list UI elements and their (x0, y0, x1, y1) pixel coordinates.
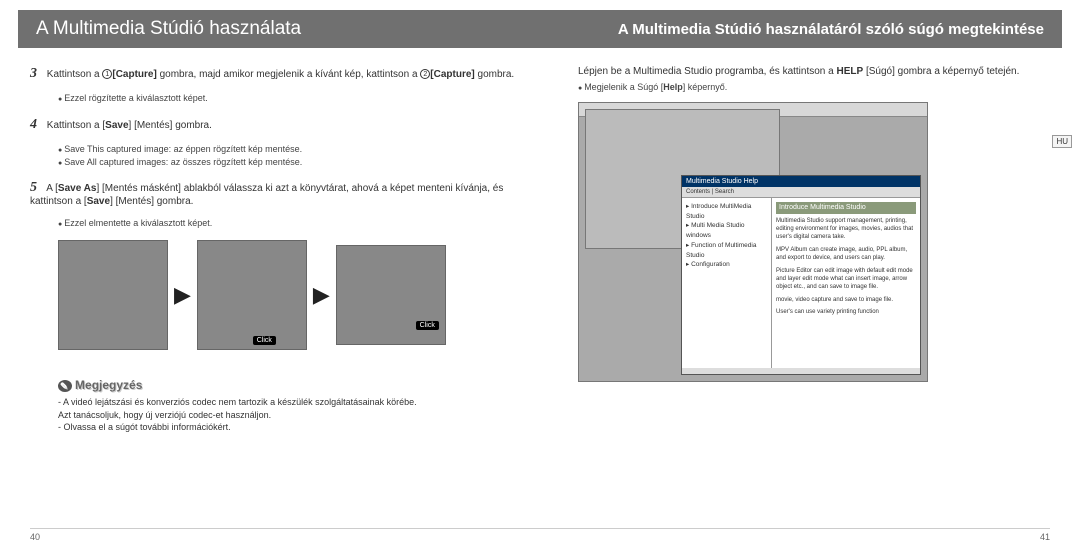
screenshot-saveas-dialog: Click (336, 245, 446, 345)
right-bullet: Megjelenik a Súgó [Help] képernyő. (578, 81, 1050, 94)
screenshot-capture-1 (58, 240, 168, 350)
content-area: 3 Kattintson a 1[Capture] gombra, majd a… (0, 48, 1080, 442)
main-app-screenshot: Click Multimedia Studio Help Contents | … (578, 102, 928, 382)
arrow-right-icon: ▶ (313, 282, 330, 308)
step-3: 3 Kattintson a 1[Capture] gombra, majd a… (30, 66, 520, 82)
header-title-right: A Multimedia Stúdió használatáról szóló … (618, 21, 1044, 38)
thumbnail-row: ▶ Click ▶ Click (58, 240, 520, 350)
help-window: Multimedia Studio Help Contents | Search… (681, 175, 921, 375)
circled-2-icon: 2 (420, 69, 430, 79)
note-line-3: - Olvassa el a súgót további információk… (58, 421, 520, 434)
language-tab: HU (1052, 135, 1072, 148)
step-5-bullet: Ezzel elmentette a kiválasztott képet. (58, 217, 520, 230)
page-number-left: 40 (30, 532, 40, 542)
screenshot-capture-2: Click (197, 240, 307, 350)
help-content: Introduce Multimedia Studio Multimedia S… (772, 198, 920, 368)
step-number: 3 (30, 66, 44, 82)
step-number: 4 (30, 117, 44, 133)
help-body: ▸ Introduce MultiMedia Studio ▸ Multi Me… (682, 198, 920, 368)
right-intro: Lépjen be a Multimedia Studio programba,… (578, 66, 1050, 77)
right-column: Lépjen be a Multimedia Studio programba,… (560, 66, 1050, 434)
header-title-left: A Multimedia Stúdió használata (36, 18, 301, 40)
help-tree: ▸ Introduce MultiMedia Studio ▸ Multi Me… (682, 198, 772, 368)
step-number: 5 (30, 180, 44, 196)
arrow-right-icon: ▶ (174, 282, 191, 308)
note-line-1: - A videó lejátszási és konverziós codec… (58, 396, 520, 409)
step-4: 4 Kattintson a [Save] [Mentés] gombra. (30, 117, 520, 133)
note-heading: Megjegyzés (58, 378, 520, 392)
help-window-title: Multimedia Studio Help (682, 176, 920, 187)
step-4-bullet-1: Save This captured image: az éppen rögzí… (58, 143, 520, 156)
help-tabs: Contents | Search (682, 187, 920, 198)
step-5: 5 A [Save As] [Mentés másként] ablakból … (30, 180, 520, 207)
page-number-right: 41 (1040, 532, 1050, 542)
circled-1-icon: 1 (102, 69, 112, 79)
left-column: 3 Kattintson a 1[Capture] gombra, majd a… (30, 66, 520, 434)
step-4-bullet-2: Save All captured images: az összes rögz… (58, 156, 520, 169)
note-line-2: Azt tanácsoljuk, hogy új verziójú codec-… (58, 409, 520, 422)
help-panel-title: Introduce Multimedia Studio (776, 202, 916, 214)
page-header: A Multimedia Stúdió használata A Multime… (18, 10, 1062, 48)
step-3-bullet: Ezzel rögzítette a kiválasztott képet. (58, 92, 520, 105)
click-badge: Click (253, 336, 276, 345)
click-badge: Click (416, 321, 439, 330)
